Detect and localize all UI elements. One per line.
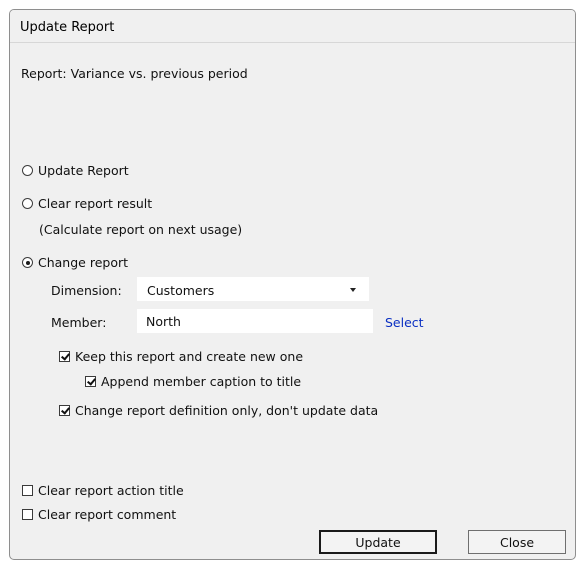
checkbox[interactable] [22,485,33,496]
checkbox[interactable] [59,351,70,362]
check-clear-action-title[interactable]: Clear report action title [22,483,184,498]
dimension-label: Dimension: [51,283,122,298]
radio-label: Change report [38,255,129,270]
check-keep-report[interactable]: Keep this report and create new one [59,349,303,364]
title-bar: Update Report [10,10,575,43]
member-input[interactable] [137,309,373,333]
radio-label: Clear report result [38,196,153,211]
checkbox[interactable] [22,509,33,520]
checkbox[interactable] [59,405,70,416]
clear-result-note: (Calculate report on next usage) [39,222,243,237]
checkbox[interactable] [85,376,96,387]
checkbox-label: Keep this report and create new one [75,349,304,364]
checkbox-label: Append member caption to title [101,374,302,389]
check-definition-only[interactable]: Change report definition only, don't upd… [59,403,378,418]
radio-change-report[interactable]: Change report [22,255,128,270]
checkbox-label: Clear report comment [38,507,177,522]
checkbox-label: Clear report action title [38,483,184,498]
radio-button[interactable] [22,165,33,176]
select-member-link[interactable]: Select [385,315,424,330]
chevron-down-icon [350,288,356,292]
radio-clear-report-result[interactable]: Clear report result [22,196,152,211]
check-append-caption[interactable]: Append member caption to title [85,374,301,389]
dimension-value: Customers [147,283,215,298]
radio-button[interactable] [22,257,33,268]
member-label: Member: [51,315,107,330]
radio-label: Update Report [38,163,129,178]
update-report-dialog: Update Report Report: Variance vs. previ… [9,9,576,560]
radio-update-report[interactable]: Update Report [22,163,129,178]
check-clear-comment[interactable]: Clear report comment [22,507,176,522]
dialog-title: Update Report [20,20,115,35]
update-button[interactable]: Update [319,530,437,554]
report-name-label: Report: Variance vs. previous period [21,66,248,81]
radio-button[interactable] [22,198,33,209]
close-button[interactable]: Close [468,530,566,554]
dimension-dropdown[interactable]: Customers [137,277,369,301]
checkbox-label: Change report definition only, don't upd… [75,403,379,418]
